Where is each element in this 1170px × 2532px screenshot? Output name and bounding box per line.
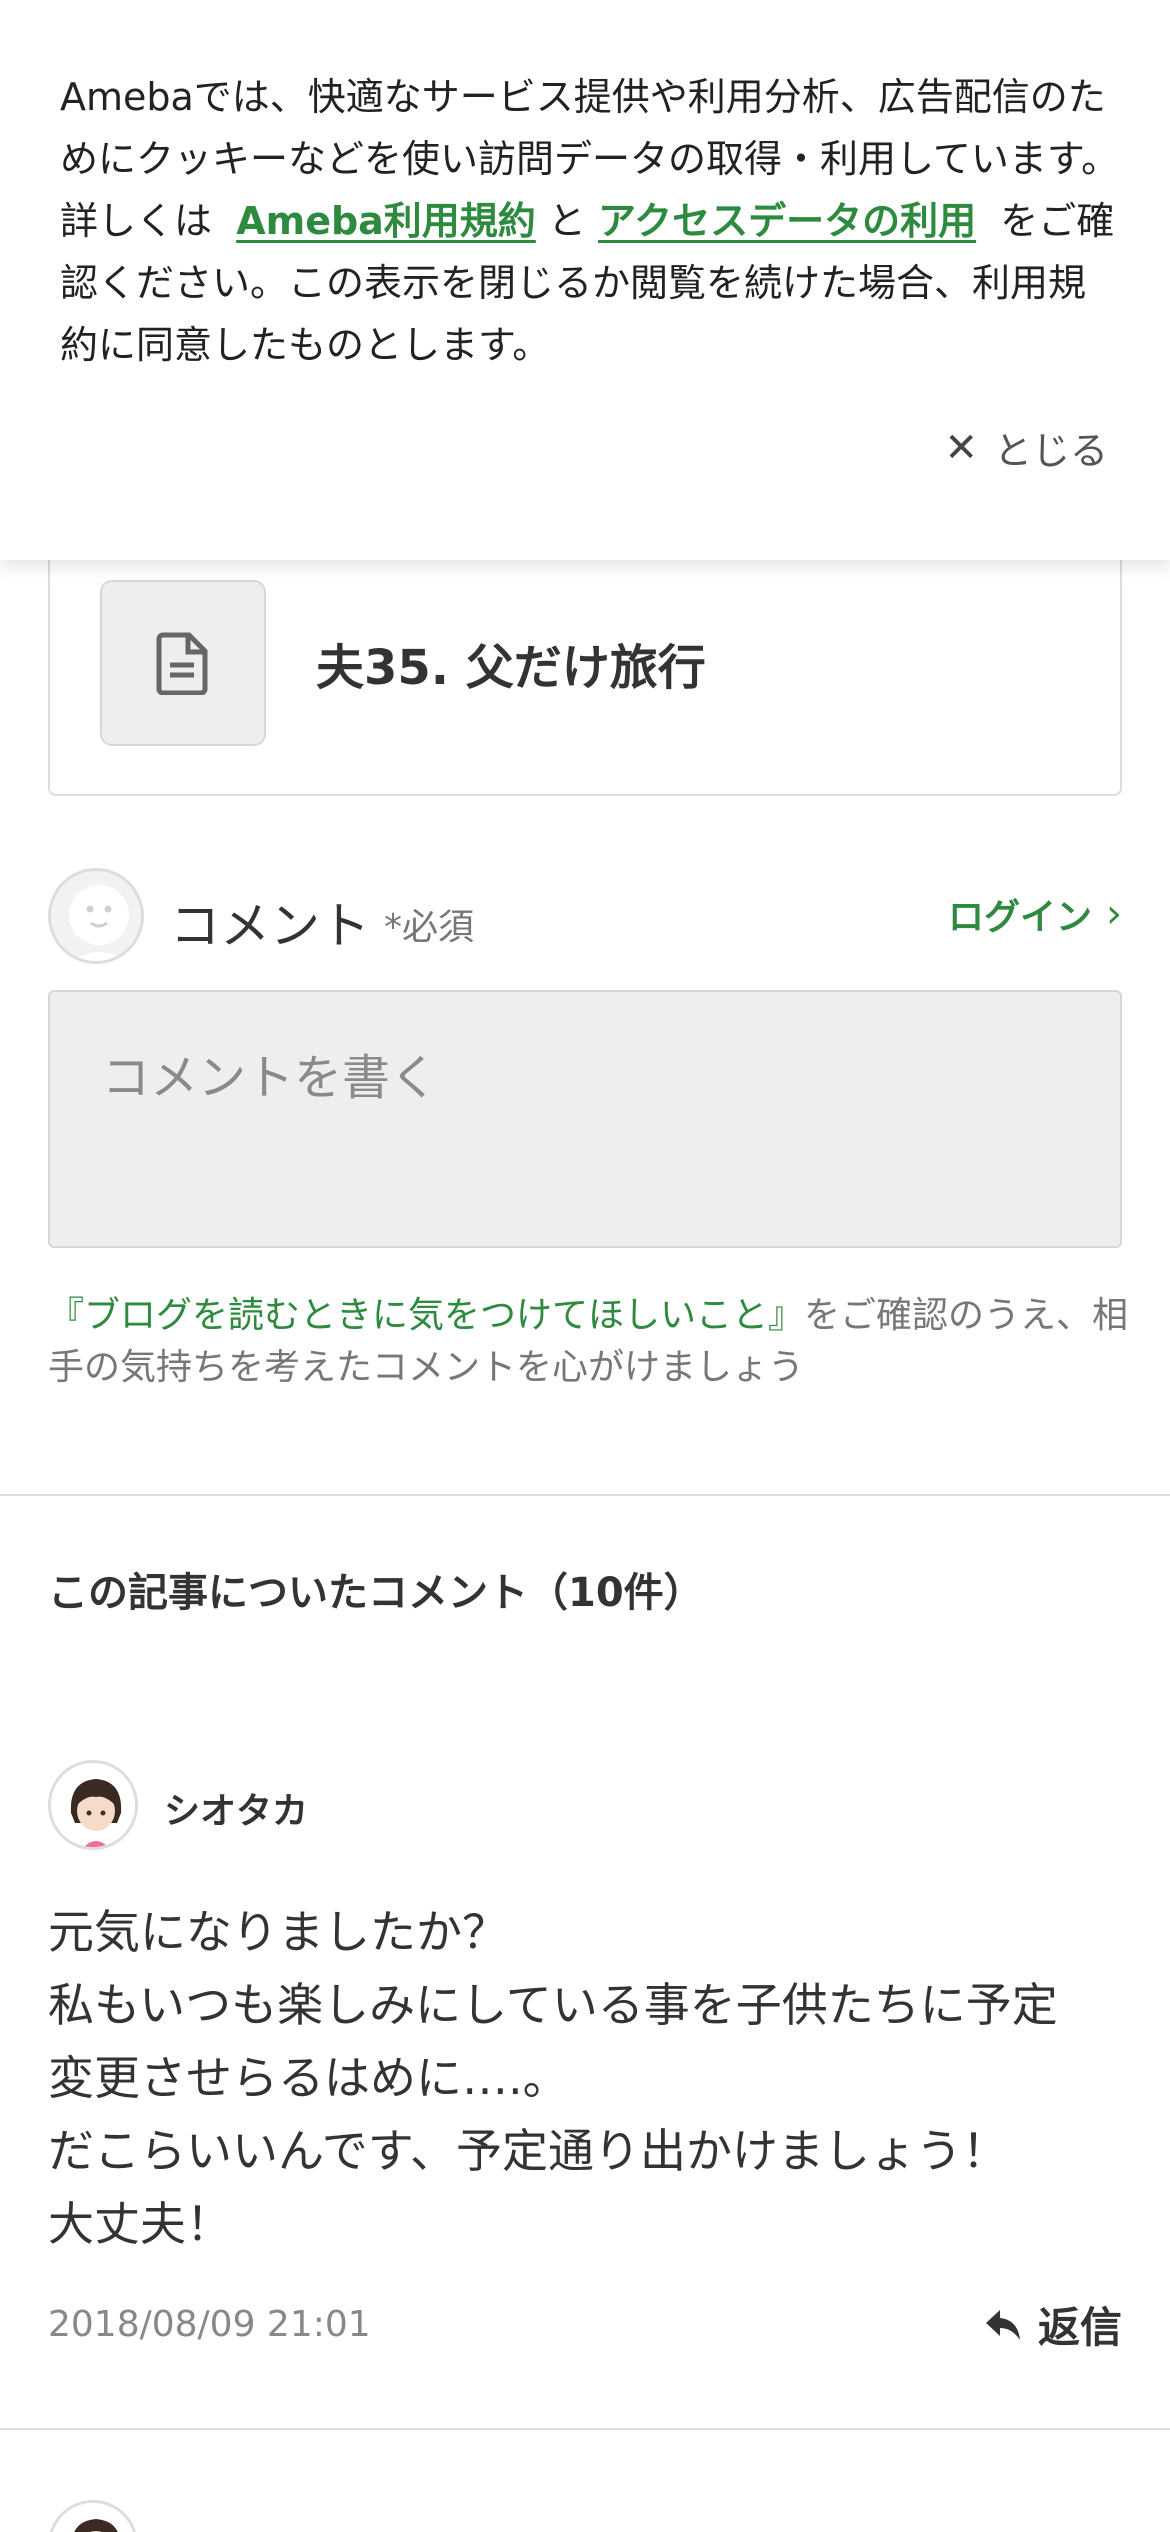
document-icon: [156, 632, 208, 695]
guideline-link[interactable]: 『ブログを読むときに気をつけてほしいこと』: [48, 1295, 804, 1336]
login-label: ログイン: [947, 897, 1092, 938]
section-divider: [0, 1494, 1170, 1496]
comment-form-header: コメント *必須 ログイン ›: [48, 868, 1122, 964]
cookie-message: Amebaでは、快適なサービス提供や利用分析、広告配信のためにクッキーなどを使い…: [60, 66, 1120, 376]
reply-label: 返信: [1037, 2303, 1122, 2352]
comments-section-title: この記事についたコメント（10件）: [48, 1570, 704, 1616]
comment-line: 変更させらるはめに….。: [48, 2051, 569, 2105]
required-mark: *必須: [384, 907, 475, 948]
comment-line: だこらいいんです、予定通り出かけましょう！: [48, 2124, 1009, 2178]
article-thumbnail: [100, 580, 266, 746]
commenter-name[interactable]: シオタカ: [164, 1782, 308, 1834]
comment-divider: [0, 2428, 1170, 2430]
comment-input[interactable]: [48, 990, 1122, 1248]
comment-line: 元気になりましたか？: [48, 1905, 508, 1959]
reply-icon: [985, 2309, 1020, 2340]
terms-link[interactable]: Ameba利用規約: [236, 199, 536, 243]
article-card[interactable]: 夫35. 父だけ旅行: [48, 520, 1122, 796]
comment-body: 元気になりましたか？ 私もいつも楽しみにしている事を子供たちに予定 変更させらる…: [48, 1896, 1138, 2261]
chevron-right-icon: ›: [1106, 891, 1122, 937]
comment-line: 大丈夫！: [48, 2197, 232, 2251]
default-avatar-icon: [48, 868, 144, 964]
access-data-link[interactable]: アクセスデータの利用: [598, 199, 976, 243]
cookie-text-2: と: [547, 199, 586, 243]
cookie-banner: Amebaでは、快適なサービス提供や利用分析、広告配信のためにクッキーなどを使い…: [0, 0, 1170, 560]
comment-guideline-notice: 『ブログを読むときに気をつけてほしいこと』をご確認のうえ、相手の気持ちを考えたコ…: [48, 1290, 1138, 1394]
cookie-close-button[interactable]: ✕ とじる: [944, 420, 1108, 475]
comment-line: 私もいつも楽しみにしている事を子供たちに予定: [48, 1978, 1058, 2032]
next-commenter-avatar[interactable]: [48, 2500, 138, 2532]
comment-timestamp: 2018/08/09 21:01: [48, 2304, 371, 2345]
commenter-avatar[interactable]: [48, 1760, 138, 1850]
article-title: 夫35. 父だけ旅行: [316, 640, 706, 696]
reply-button[interactable]: 返信: [984, 2294, 1122, 2355]
comment-label: コメント: [170, 897, 370, 955]
login-link[interactable]: ログイン ›: [948, 888, 1122, 940]
cookie-close-label: とじる: [993, 429, 1108, 473]
close-icon: ✕: [944, 424, 978, 471]
